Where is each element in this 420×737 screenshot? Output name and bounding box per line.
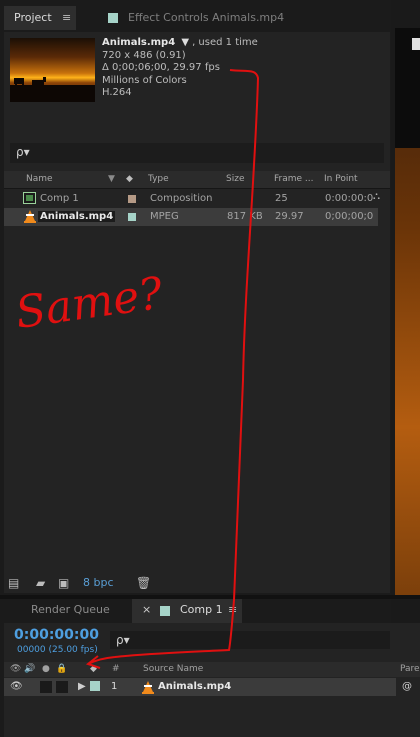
timeline-tab-bar: Render Queue × Comp 1 ≡ — [0, 599, 390, 623]
footage-duration: Δ 0;00;06;00, 29.97 fps — [102, 62, 220, 73]
column-name[interactable]: Name — [26, 174, 53, 184]
project-bottom-bar: ▤ ▰ ▣ 8 bpc 🗑 — [4, 573, 390, 593]
frame-count-display: 00000 (25.00 fps) — [17, 645, 98, 655]
current-time-display[interactable]: 0:00:00:00 — [14, 627, 99, 643]
column-layer-number: # — [112, 664, 120, 674]
trash-icon[interactable]: 🗑 — [136, 576, 151, 590]
item-frame-rate: 25 — [275, 193, 288, 204]
project-item-footage[interactable]: Animals.mp4 MPEG 817 KB 29.97 0;00;00;0 — [4, 208, 378, 226]
layer-source-name: Animals.mp4 — [158, 681, 232, 692]
column-frame-rate[interactable]: Frame ... — [274, 174, 314, 184]
solo-icon[interactable]: ● — [42, 664, 50, 674]
project-column-header: Name ▼ ◆ Type Size Frame ... In Point — [4, 171, 390, 189]
column-source-name[interactable]: Source Name — [143, 664, 203, 674]
lock-toggle[interactable] — [56, 681, 68, 693]
parent-pickwhip-icon[interactable]: @ — [402, 681, 412, 692]
item-type: Composition — [150, 193, 213, 204]
label-color-swatch[interactable] — [128, 213, 136, 221]
label-tag-icon[interactable]: ◆ — [90, 664, 97, 674]
audio-icon[interactable]: 🔊 — [24, 664, 35, 674]
layer-number: 1 — [111, 681, 118, 692]
vlc-cone-icon — [141, 680, 155, 697]
column-parent[interactable]: Pare — [400, 664, 420, 674]
label-color-swatch — [160, 606, 170, 616]
timeline-layer-row[interactable]: 👁 ▶ 1 Animals.mp4 @ — [4, 678, 412, 697]
composition-icon — [23, 192, 36, 207]
timeline-search-input[interactable]: ρ▾ — [110, 631, 390, 649]
search-icon: ρ▾ — [16, 145, 30, 159]
footage-thumbnail — [10, 38, 95, 102]
item-size: 817 KB — [227, 211, 263, 222]
flowchart-icon[interactable]: ⛬ — [373, 191, 380, 202]
item-frame-rate: 29.97 — [275, 211, 304, 222]
label-color-swatch[interactable] — [128, 195, 136, 203]
project-panel — [4, 32, 390, 593]
animals-silhouette-icon — [10, 77, 95, 102]
tab-comp-1[interactable]: × Comp 1 ≡ — [132, 599, 242, 623]
label-tag-icon[interactable]: ◆ — [126, 174, 133, 184]
expand-arrow-icon[interactable]: ▶ — [78, 681, 86, 692]
column-type[interactable]: Type — [148, 174, 169, 184]
panel-menu-icon[interactable]: ≡ — [62, 6, 71, 30]
solo-toggle[interactable] — [40, 681, 52, 693]
column-in-point[interactable]: In Point — [324, 174, 358, 184]
tab-project[interactable]: Project ≡ — [4, 6, 76, 30]
tab-effect-controls-label: Effect Controls Animals.mp4 — [128, 11, 285, 24]
project-item-comp[interactable]: Comp 1 Composition 25 0:00:00:0 ⛬ — [4, 190, 380, 208]
eye-icon[interactable]: 👁 — [10, 664, 21, 674]
label-color-swatch — [108, 13, 118, 23]
eye-icon[interactable]: 👁 — [10, 681, 23, 692]
item-type: MPEG — [150, 211, 179, 222]
layer-column-header: 👁 🔊 ● 🔒 ◆ # Source Name Pare — [4, 662, 420, 677]
label-color-swatch[interactable] — [90, 681, 100, 691]
interpret-footage-icon[interactable]: ▤ — [8, 576, 19, 590]
item-name: Animals.mp4 — [38, 211, 116, 222]
panel-menu-icon[interactable]: ≡ — [228, 603, 237, 616]
tab-project-label: Project — [14, 11, 52, 24]
project-search-input[interactable]: ρ▾ — [10, 143, 384, 163]
tab-comp-label: Comp 1 — [180, 603, 223, 616]
lock-icon[interactable]: 🔒 — [56, 664, 67, 674]
footage-name: Animals.mp4 — [102, 37, 176, 48]
footage-used-count: , used 1 time — [192, 37, 258, 48]
footage-colors: Millions of Colors — [102, 74, 187, 86]
footage-resolution: 720 x 486 (0.91) — [102, 49, 186, 61]
item-in-point: 0;00;00;0 — [325, 211, 374, 222]
close-icon[interactable]: × — [142, 603, 151, 616]
viewer-corner-marker — [412, 38, 420, 50]
sort-arrow-icon[interactable]: ▼ — [108, 174, 115, 184]
column-size[interactable]: Size — [226, 174, 244, 184]
new-folder-icon[interactable]: ▰ — [36, 576, 45, 590]
bit-depth-button[interactable]: 8 bpc — [83, 576, 114, 589]
item-name: Comp 1 — [40, 193, 79, 204]
new-composition-icon[interactable]: ▣ — [58, 576, 69, 590]
vlc-cone-icon — [23, 209, 37, 226]
item-in-point: 0:00:00:0 — [325, 193, 374, 204]
footage-codec: H.264 — [102, 87, 132, 98]
search-icon: ρ▾ — [116, 633, 130, 647]
footage-dropdown-arrow[interactable]: ▼ — [181, 37, 189, 48]
tab-render-queue[interactable]: Render Queue — [31, 603, 110, 616]
tab-effect-controls[interactable]: Effect Controls Animals.mp4 — [82, 6, 386, 30]
footage-info: Animals.mp4 ▼, used 1 time 720 x 486 (0.… — [102, 37, 258, 100]
